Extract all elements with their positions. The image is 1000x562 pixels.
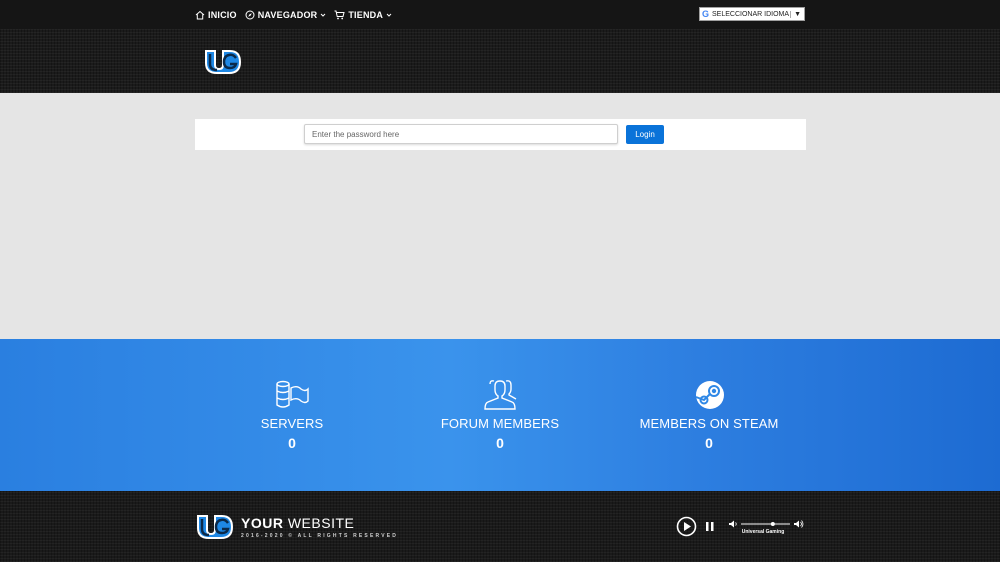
cart-icon — [334, 10, 345, 19]
site-logo[interactable] — [203, 48, 243, 76]
pause-icon[interactable] — [701, 516, 719, 537]
chevron-down-icon — [386, 13, 392, 17]
footer-brand: YOUR WEBSITE — [241, 515, 354, 531]
nav-item-label: TIENDA — [348, 9, 384, 20]
play-icon[interactable] — [676, 516, 697, 537]
home-icon — [195, 10, 205, 19]
stat-forum-members: FORUM MEMBERS 0 — [410, 378, 590, 451]
nav-item-navegador[interactable]: NAVEGADOR — [245, 10, 327, 20]
google-icon: G — [702, 9, 710, 19]
stat-label: FORUM MEMBERS — [440, 416, 560, 431]
audio-player — [676, 515, 719, 537]
steam-icon — [695, 381, 724, 409]
nav-item-label: NAVEGADOR — [257, 9, 318, 20]
footer-copyright: 2016-2020 © ALL RIGHTS RESERVED — [241, 533, 399, 539]
stat-value: 0 — [288, 435, 296, 451]
nav-menu: INICIO NAVEGADOR TIENDA — [195, 0, 392, 29]
site-header — [0, 29, 1000, 93]
users-icon — [484, 380, 517, 410]
stat-value: 0 — [705, 435, 713, 451]
top-nav: INICIO NAVEGADOR TIENDA G SELECCIONAR ID… — [0, 0, 1000, 29]
server-flag-icon — [276, 380, 309, 408]
login-button[interactable]: Login — [626, 125, 664, 144]
volume-low-icon[interactable] — [729, 520, 737, 528]
brand-bold: YOUR — [241, 515, 284, 531]
volume-high-icon[interactable] — [794, 520, 804, 528]
nav-item-label: INICIO — [208, 9, 237, 20]
track-title: Universal Gaming — [741, 529, 785, 535]
stat-label: MEMBERS ON STEAM — [639, 416, 779, 431]
volume-slider-handle[interactable] — [770, 522, 775, 526]
nav-item-inicio[interactable]: INICIO — [195, 10, 237, 20]
stat-value: 0 — [496, 435, 504, 451]
password-input[interactable] — [304, 124, 618, 144]
stat-label: SERVERS — [260, 416, 324, 431]
compass-icon — [245, 10, 255, 19]
chevron-down-icon — [320, 13, 326, 17]
footer-logo[interactable] — [195, 513, 235, 541]
site-footer — [0, 491, 1000, 562]
dropdown-arrow-icon: ▼ — [790, 10, 804, 18]
nav-item-tienda[interactable]: TIENDA — [334, 10, 392, 20]
stat-servers: SERVERS 0 — [202, 378, 382, 451]
stat-members-on-steam: MEMBERS ON STEAM 0 — [619, 378, 799, 451]
language-selector[interactable]: G SELECCIONAR IDIOMA ▼ — [699, 7, 805, 21]
brand-light: WEBSITE — [287, 515, 355, 531]
language-selector-label: SELECCIONAR IDIOMA — [712, 10, 790, 18]
